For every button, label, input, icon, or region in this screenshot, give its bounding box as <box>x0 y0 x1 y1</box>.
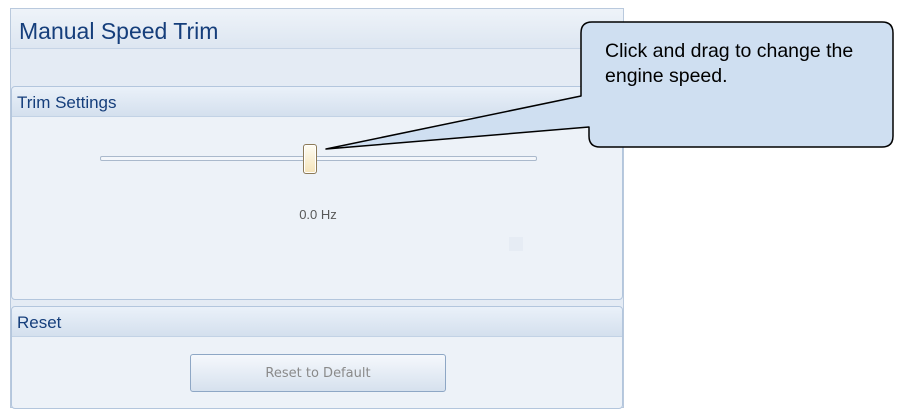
stage: Manual Speed Trim Trim Settings 0.0 Hz R… <box>0 0 905 410</box>
speed-trim-slider-track[interactable] <box>100 156 537 161</box>
reset-to-default-button[interactable]: Reset to Default <box>190 354 446 392</box>
speed-trim-value-label: 0.0 Hz <box>299 207 337 222</box>
manual-speed-trim-panel: Manual Speed Trim Trim Settings 0.0 Hz R… <box>10 8 624 409</box>
reset-section: Reset Reset to Default <box>11 306 623 409</box>
trim-settings-section: Trim Settings 0.0 Hz <box>11 86 623 300</box>
faint-indicator <box>509 237 523 251</box>
callout-text: Click and drag to change the engine spee… <box>605 40 854 87</box>
speed-trim-slider-thumb[interactable] <box>303 144 317 174</box>
reset-header: Reset <box>12 307 622 337</box>
page-title: Manual Speed Trim <box>11 9 623 49</box>
trim-settings-header: Trim Settings <box>12 87 622 117</box>
